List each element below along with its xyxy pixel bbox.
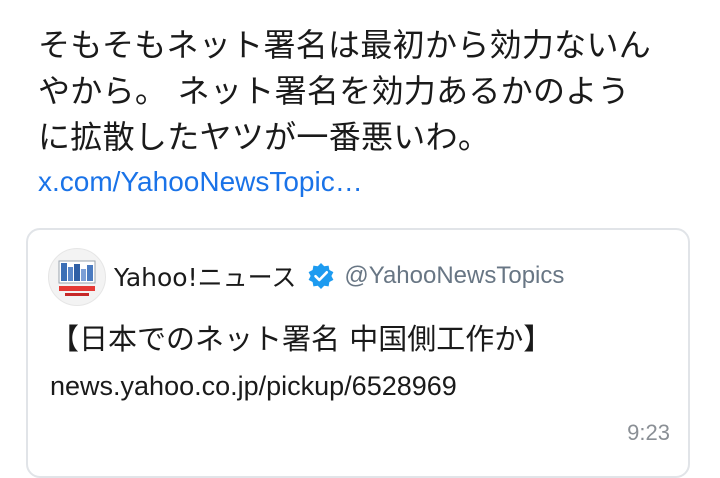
tweet-body: そもそもネット署名は最初から効力ないん やから。 ネット署名を効力あるかのよう … bbox=[38, 22, 698, 160]
author-handle[interactable]: @YahooNewsTopics bbox=[344, 262, 564, 290]
tweet-text-line: に拡散したヤツが一番悪いわ。 bbox=[38, 118, 491, 156]
verified-badge-icon bbox=[306, 261, 336, 291]
author-name[interactable]: Yahoo!ニュース bbox=[114, 258, 296, 294]
quoted-post-card[interactable]: Yahoo!ニュース @YahooNewsTopics 【日本でのネット署名 中… bbox=[26, 228, 690, 478]
quoted-post-url[interactable]: news.yahoo.co.jp/pickup/6528969 bbox=[50, 366, 457, 406]
tweet-text-line: そもそもネット署名は最初から効力ないん bbox=[38, 26, 652, 64]
tweet-link[interactable]: x.com/YahooNewsTopic… bbox=[38, 162, 363, 202]
yahoo-news-logo-icon[interactable] bbox=[48, 248, 106, 306]
timestamp: 9:23 bbox=[627, 420, 670, 445]
quoted-post-title: 【日本でのネット署名 中国側工作か】 bbox=[50, 322, 553, 356]
quoted-post-header: Yahoo!ニュース @YahooNewsTopics bbox=[114, 258, 564, 294]
tweet-text-line: やから。 ネット署名を効力あるかのよう bbox=[38, 72, 630, 110]
